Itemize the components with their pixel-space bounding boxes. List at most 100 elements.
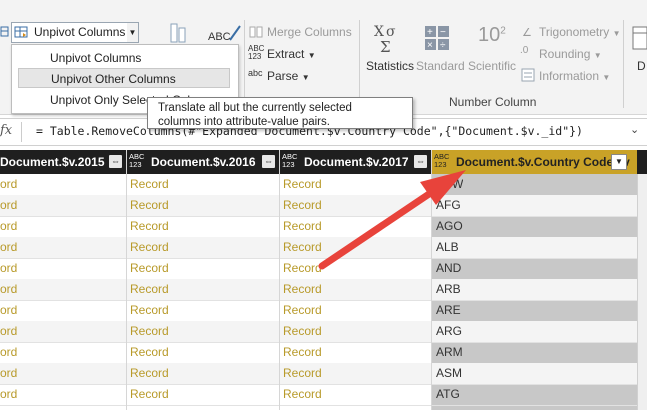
information-chevron-icon: ▼ xyxy=(602,73,611,82)
extract-button[interactable]: Extract ▼ xyxy=(267,47,316,61)
country-code-cell[interactable]: AFG xyxy=(436,195,461,216)
menu-item-unpivot-other-columns[interactable]: Unpivot Other Columns xyxy=(18,68,230,88)
scientific-icon: 102 xyxy=(478,24,506,46)
country-code-cell[interactable]: ALB xyxy=(436,237,459,258)
statistics-button[interactable]: Statistics xyxy=(366,59,414,73)
expand-column-icon[interactable]: ⇔ xyxy=(109,155,122,168)
country-code-cell[interactable]: AGO xyxy=(436,216,463,237)
unpivot-columns-button[interactable]: Unpivot Columns xyxy=(11,22,129,43)
column-header-2017[interactable]: ABC 123 Document.$v.2017 xyxy=(280,150,420,174)
parse-label: Parse xyxy=(267,69,299,83)
extract-icon: ABC 123 xyxy=(248,44,265,61)
country-code-cell[interactable]: ARM xyxy=(436,342,463,363)
country-code-cell[interactable]: ARG xyxy=(436,321,462,342)
record-cell[interactable]: Record xyxy=(283,321,322,342)
record-cell[interactable]: Record xyxy=(283,237,322,258)
record-cell[interactable]: Record xyxy=(130,174,169,195)
record-cell[interactable]: Record xyxy=(130,384,169,405)
record-cell[interactable]: Record xyxy=(283,174,322,195)
merge-columns-icon xyxy=(249,25,263,42)
record-cell[interactable]: ord xyxy=(0,174,17,195)
record-cell[interactable]: ord xyxy=(0,195,17,216)
filter-dropdown-icon[interactable]: ▼ xyxy=(611,154,627,170)
extract-label: Extract xyxy=(267,47,305,61)
table-row: ord Record Record AND xyxy=(0,258,647,280)
record-cell[interactable]: Record xyxy=(283,300,322,321)
table-row: ord Record Record AGO xyxy=(0,216,647,238)
parse-chevron-icon: ▼ xyxy=(301,73,310,82)
record-cell[interactable]: Record xyxy=(283,216,322,237)
trigonometry-chevron-icon: ▼ xyxy=(612,29,621,38)
record-cell[interactable]: Record xyxy=(283,279,322,300)
formula-divider xyxy=(21,122,22,142)
rounding-button[interactable]: Rounding ▼ xyxy=(539,47,602,61)
date-button[interactable]: D xyxy=(637,59,646,73)
information-label: Information xyxy=(539,69,600,83)
record-cell[interactable]: Record xyxy=(283,195,322,216)
record-cell[interactable]: ord xyxy=(0,321,17,342)
parse-button[interactable]: Parse ▼ xyxy=(267,69,310,83)
country-code-cell[interactable]: ABW xyxy=(436,174,463,195)
record-cell[interactable]: Record xyxy=(283,342,322,363)
trigonometry-icon: ∠ xyxy=(522,27,532,39)
country-code-cell[interactable]: AND xyxy=(436,258,461,279)
country-code-cell[interactable]: ATG xyxy=(436,384,460,405)
unpivot-dropdown-arrow[interactable]: ▼ xyxy=(127,22,139,43)
record-cell[interactable]: Record xyxy=(283,363,322,384)
svg-text:ABC: ABC xyxy=(208,31,231,43)
column-header-2015[interactable]: Document.$v.2015 xyxy=(0,150,106,174)
column-divider xyxy=(279,150,280,410)
trigonometry-button[interactable]: Trigonometry ▼ xyxy=(539,25,621,39)
formula-expand-chevron-icon[interactable]: ⌄ xyxy=(630,123,639,136)
svg-text:+: + xyxy=(427,27,433,38)
menu-item-unpivot-columns[interactable]: Unpivot Columns xyxy=(18,48,230,68)
record-cell[interactable]: Record xyxy=(130,300,169,321)
record-cell[interactable]: Record xyxy=(130,216,169,237)
information-button[interactable]: Information ▼ xyxy=(539,69,610,83)
standard-button[interactable]: Standard xyxy=(416,59,465,73)
date-icon xyxy=(631,25,647,54)
record-cell[interactable]: Record xyxy=(130,279,169,300)
record-cell[interactable]: ord xyxy=(0,363,17,384)
svg-text:÷: ÷ xyxy=(440,40,446,51)
record-cell[interactable]: Record xyxy=(283,384,322,405)
unpivot-icon[interactable] xyxy=(0,22,10,41)
table-row: ord Record Record ARB xyxy=(0,279,647,301)
ribbon-separator xyxy=(244,20,245,108)
expand-column-icon[interactable]: ⇔ xyxy=(262,155,275,168)
record-cell[interactable]: ord xyxy=(0,279,17,300)
record-cell[interactable]: ord xyxy=(0,384,17,405)
country-code-cell[interactable]: ARE xyxy=(436,300,461,321)
record-cell[interactable]: Record xyxy=(130,237,169,258)
merge-columns-button[interactable]: Merge Columns xyxy=(267,25,352,39)
record-cell[interactable]: ord xyxy=(0,216,17,237)
record-cell[interactable]: Record xyxy=(283,258,322,279)
table-row: ord Record Record ALB xyxy=(0,237,647,259)
table-row: ord Record Record AFG xyxy=(0,195,647,217)
rounding-chevron-icon: ▼ xyxy=(593,51,602,60)
column-header-2016[interactable]: ABC 123 Document.$v.2016 xyxy=(127,150,277,174)
country-code-cell[interactable]: ARB xyxy=(436,279,461,300)
vertical-scrollbar[interactable] xyxy=(637,174,647,410)
record-cell[interactable]: Record xyxy=(130,195,169,216)
record-cell[interactable]: Record xyxy=(130,258,169,279)
type-abc123-icon: ABC 123 xyxy=(434,152,450,169)
record-cell[interactable]: ord xyxy=(0,300,17,321)
record-cell[interactable]: Record xyxy=(130,342,169,363)
column-header-label: Document.$v.Country Code.$v xyxy=(456,155,630,169)
table-row: ord Record Record ABW xyxy=(0,174,647,196)
column-divider xyxy=(126,150,127,410)
table-row: ord Record Record ARG xyxy=(0,321,647,343)
record-cell[interactable]: Record xyxy=(130,321,169,342)
tooltip: Translate all but the currently selected… xyxy=(147,97,413,129)
record-cell[interactable]: ord xyxy=(0,237,17,258)
country-code-cell[interactable]: ASM xyxy=(436,363,462,384)
column-header-country-code[interactable]: ABC 123 Document.$v.Country Code.$v ▼ xyxy=(432,150,637,174)
unpivot-table-icon xyxy=(14,25,28,42)
record-cell[interactable]: Record xyxy=(130,363,169,384)
expand-column-icon[interactable]: ⇔ xyxy=(414,155,427,168)
rounding-icon: .0 xyxy=(520,45,529,56)
scientific-button[interactable]: Scientific xyxy=(468,59,516,73)
record-cell[interactable]: ord xyxy=(0,342,17,363)
record-cell[interactable]: ord xyxy=(0,258,17,279)
